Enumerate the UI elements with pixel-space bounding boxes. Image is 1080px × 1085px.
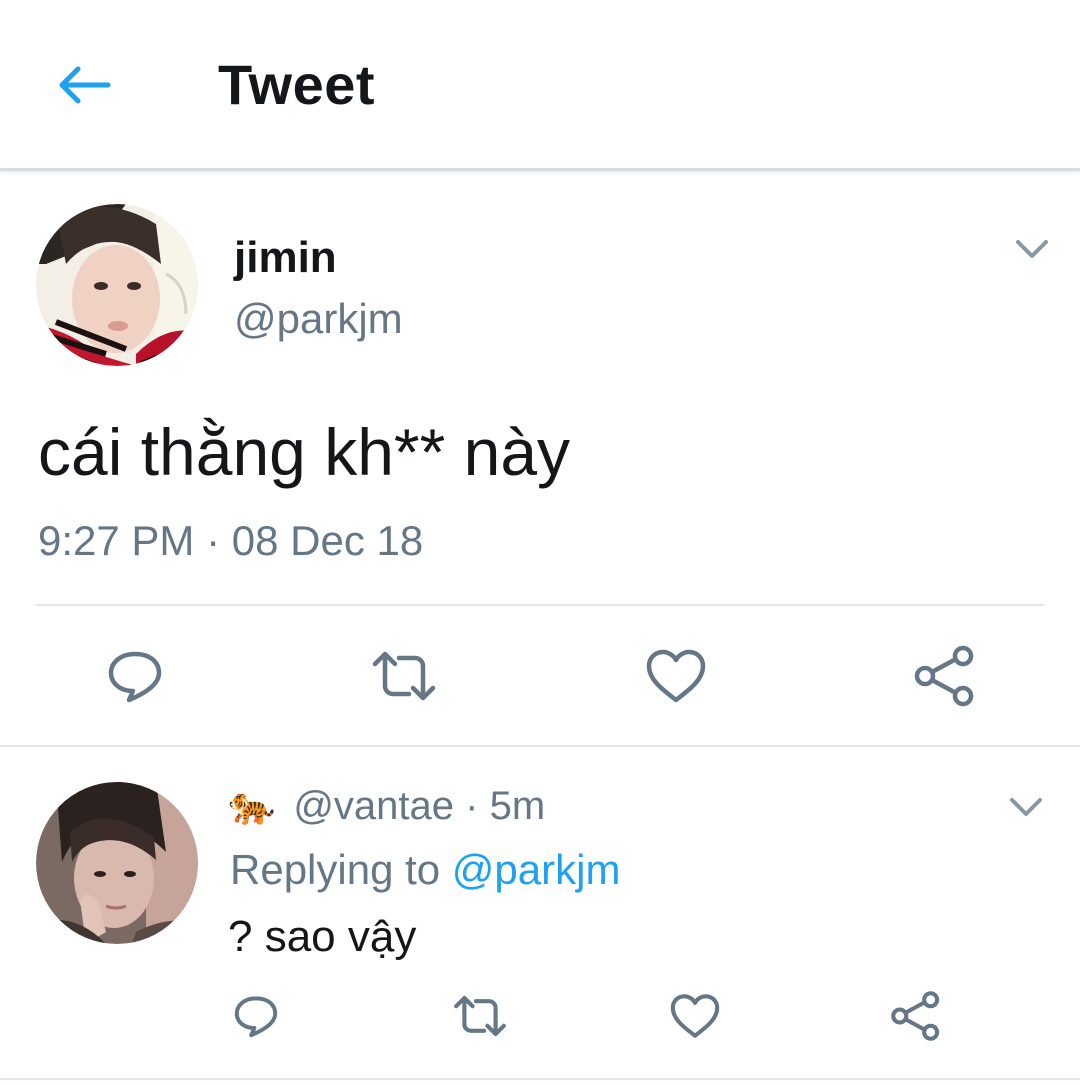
back-button[interactable] [52, 58, 116, 112]
profile-photo [36, 782, 198, 944]
divider [0, 1078, 1080, 1080]
like-button[interactable] [642, 644, 710, 708]
chevron-down-icon [1016, 240, 1048, 258]
reply-button[interactable] [100, 644, 170, 708]
profile-photo [36, 204, 198, 366]
replying-label: Replying to [230, 846, 452, 893]
reply-header: 🐅 @vantae · 5m [228, 778, 545, 834]
user-handle[interactable]: @parkjm [234, 294, 403, 344]
share-button[interactable] [910, 642, 980, 710]
reply-options-button[interactable] [1006, 794, 1046, 822]
share-icon [891, 991, 940, 1041]
chevron-down-icon [1010, 798, 1042, 816]
tweet-text: cái thằng kh** này [38, 415, 571, 489]
display-name[interactable]: jimin [234, 232, 337, 284]
like-button[interactable] [666, 990, 724, 1042]
divider [0, 745, 1080, 747]
tiger-emoji-icon: 🐅 [228, 785, 276, 827]
divider [36, 604, 1044, 606]
like-icon [670, 994, 720, 1038]
tweet-timestamp[interactable]: 9:27 PM · 08 Dec 18 [38, 516, 423, 566]
like-icon [646, 649, 706, 703]
reply-user-handle[interactable]: @vantae [293, 784, 454, 829]
page-title: Tweet [218, 53, 376, 116]
retweet-button[interactable] [448, 990, 512, 1042]
reply-icon [108, 651, 162, 703]
reply-text: ? sao vậy [228, 912, 417, 961]
tweet-options-button[interactable] [1012, 236, 1052, 264]
tweet-detail-screen: Tweet jimin @parkjm cái thằng kh** này 9… [0, 0, 1080, 1085]
retweet-icon [372, 651, 436, 701]
share-icon [914, 645, 974, 707]
arrow-left-icon [59, 66, 111, 104]
retweet-icon [454, 995, 506, 1037]
reply-time: 5m [489, 783, 546, 828]
avatar[interactable] [36, 204, 198, 366]
replying-to: Replying to @parkjm [230, 844, 620, 896]
avatar[interactable] [36, 782, 198, 944]
retweet-button[interactable] [366, 644, 442, 708]
meta-separator: · [454, 783, 490, 828]
top-app-bar: Tweet [0, 0, 1080, 171]
mention-link[interactable]: @parkjm [452, 846, 621, 893]
reply-icon [234, 996, 278, 1038]
reply-button[interactable] [228, 990, 284, 1042]
share-button[interactable] [886, 988, 946, 1044]
